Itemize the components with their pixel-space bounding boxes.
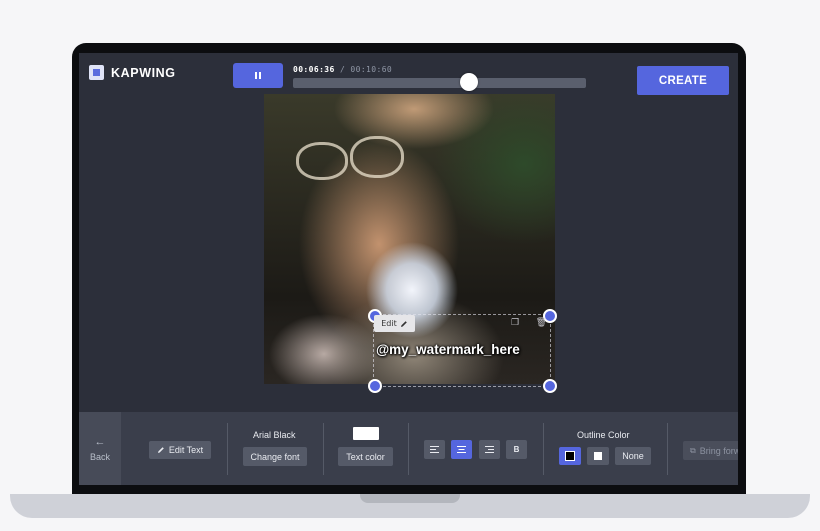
editor-screen: KAPWING 00:06:36 / 00:10:60 CREATE Edit … <box>79 53 738 485</box>
pause-icon <box>255 72 261 79</box>
bring-forward-label: Bring forward <box>699 445 738 456</box>
resize-handle-bottom-left[interactable] <box>368 379 382 393</box>
outline-white-swatch[interactable] <box>587 447 609 465</box>
align-center-icon <box>457 446 466 453</box>
bring-forward-button[interactable]: ⧉ Bring forward <box>683 441 738 460</box>
timeline-track[interactable] <box>293 78 586 88</box>
align-center-button[interactable] <box>451 440 472 459</box>
edit-text-label: Edit Text <box>168 445 204 455</box>
align-right-button[interactable] <box>479 440 500 459</box>
toolbar-divider <box>227 423 228 475</box>
edit-chip-label: Edit <box>381 319 397 328</box>
text-toolbar: ← Back Edit Text Arial Black Change font… <box>79 412 738 485</box>
bold-button[interactable]: B <box>506 440 527 459</box>
change-font-button[interactable]: Change font <box>243 447 307 466</box>
outline-color-label: Outline Color <box>577 430 630 440</box>
laptop-notch <box>360 494 460 503</box>
total-time: 00:10:60 <box>350 65 393 74</box>
current-time: 00:06:36 <box>293 65 335 74</box>
black-square-icon <box>565 451 575 461</box>
create-button[interactable]: CREATE <box>637 66 729 95</box>
brand: KAPWING <box>89 65 176 80</box>
toolbar-divider <box>667 423 668 475</box>
align-left-icon <box>430 446 439 453</box>
text-color-button[interactable]: Text color <box>338 447 393 466</box>
timeline-scrubber[interactable] <box>460 73 478 91</box>
pencil-icon <box>400 320 407 327</box>
arrow-left-icon: ← <box>94 435 106 448</box>
outline-black-swatch[interactable] <box>559 447 581 465</box>
video-detail <box>296 142 348 180</box>
pause-button[interactable] <box>233 63 283 88</box>
timecode: 00:06:36 / 00:10:60 <box>293 65 392 74</box>
white-square-icon <box>594 452 602 460</box>
back-label: Back <box>89 451 110 462</box>
duplicate-icon[interactable]: ❐ <box>511 317 519 329</box>
outline-none-button[interactable]: None <box>615 447 651 465</box>
edit-text-button[interactable]: Edit Text <box>149 441 211 459</box>
bring-forward-clip: ⧉ Bring forward <box>683 441 738 460</box>
brand-name: KAPWING <box>111 65 176 80</box>
toolbar-divider <box>408 423 409 475</box>
trash-icon[interactable]: 🗑 <box>536 317 547 329</box>
layers-icon: ⧉ <box>690 445 696 455</box>
pencil-icon <box>157 447 164 453</box>
kapwing-logo-icon <box>89 65 104 80</box>
back-button[interactable]: ← Back <box>79 412 121 485</box>
edit-text-chip[interactable]: Edit <box>374 315 415 332</box>
font-name: Arial Black <box>253 430 296 440</box>
time-separator: / <box>339 65 346 74</box>
text-color-swatch[interactable] <box>353 427 379 440</box>
resize-handle-bottom-right[interactable] <box>543 379 557 393</box>
overlay-actions: ❐ 🗑 <box>511 317 547 329</box>
toolbar-divider <box>543 423 544 475</box>
video-detail <box>350 136 404 178</box>
toolbar-divider <box>323 423 324 475</box>
align-right-icon <box>485 446 494 453</box>
align-left-button[interactable] <box>424 440 445 459</box>
watermark-text[interactable]: @my_watermark_here <box>376 342 520 357</box>
